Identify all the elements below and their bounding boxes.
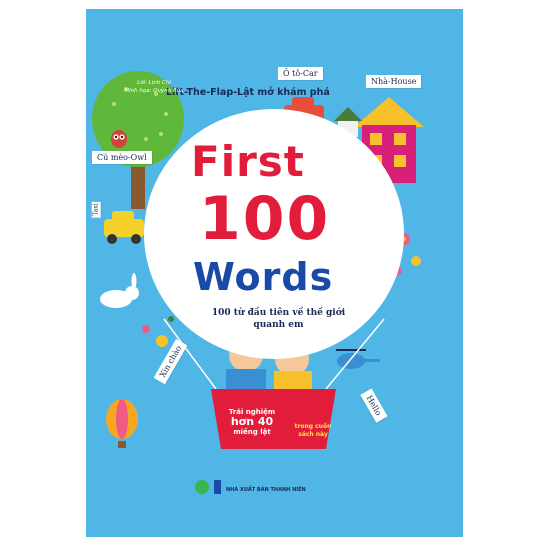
helicopter-illustration <box>336 349 380 369</box>
credits: Lời: Linh Chi Minh họa: Quỳnh Rùa <box>119 79 189 95</box>
badge-line3: miếng lật <box>233 428 271 436</box>
small-balloon-illustration <box>106 399 138 448</box>
illustrator-credit: Minh họa: Quỳnh Rùa <box>124 88 184 94</box>
inside-book-note: trong cuốn sách này <box>294 423 332 438</box>
subtitle: 100 từ đầu tiên về thế giới quanh em <box>211 308 346 330</box>
flap-count-badge: Trải nghiệm hơn 40 miếng lật <box>216 407 288 437</box>
title-first: First <box>191 137 305 186</box>
badge-line2: hơn 40 <box>230 415 274 428</box>
owl-illustration <box>111 130 127 148</box>
rabbit-illustration <box>100 273 139 308</box>
sign-car: Ô tô-Car <box>278 67 323 80</box>
sign-house: Nhà-House <box>366 75 422 88</box>
publisher-logo <box>195 480 221 494</box>
taxi-illustration <box>104 211 144 244</box>
book-cover: Lift-The-Flap-Lật mở khám phá Lời: Linh … <box>86 9 463 537</box>
title-words: Words <box>193 255 334 299</box>
author-credit: Lời: Linh Chi <box>137 80 171 86</box>
series-title: Lift-The-Flap-Lật mở khám phá <box>166 87 330 98</box>
sign-owl: Cú mèo-Owl <box>92 151 152 164</box>
publisher-name: NHÀ XUẤT BẢN THANH NIÊN <box>226 487 306 493</box>
sign-taxi: Taxi <box>91 201 101 218</box>
title-number: 100 <box>199 184 331 254</box>
